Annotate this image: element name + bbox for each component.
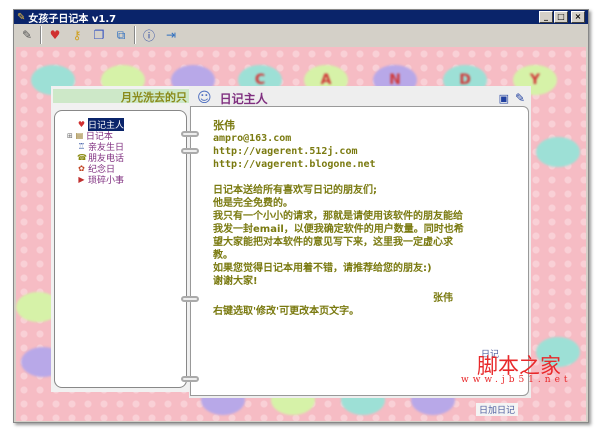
left-panel-header: 月光洗去的只 — [53, 89, 189, 103]
toolbar-separator — [40, 26, 42, 44]
left-panel: 月光洗去的只 ♥ 日记主人 ⊞ ▤ 日记本 ♖ 亲友生日 ☎ 朋友电话 ✿ 纪念日 ▶ 琐碎小… — [51, 86, 191, 392]
toolbar-separator — [134, 26, 136, 44]
watermark-url: www.jb51.net — [461, 375, 572, 385]
exit-icon[interactable]: ⇥ — [162, 26, 180, 44]
message-line: 望大家能把对本软件的意见写下来，这里我一定虚心求 — [213, 237, 453, 248]
binder-ring — [181, 296, 199, 302]
expand-icon[interactable]: ⊞ — [67, 132, 73, 140]
save-icon[interactable]: ▣ — [499, 92, 509, 105]
toolbar: ✎ ♥ ⚷ ❐ ⧉ ⓘ ⇥ — [14, 24, 588, 46]
maximize-button[interactable]: □ — [554, 11, 568, 23]
phone-icon: ☎ — [77, 153, 87, 162]
page-title: 日记主人 — [219, 91, 268, 106]
add-diary-link[interactable]: 日加日记 — [476, 403, 519, 416]
heart-icon: ♥ — [77, 120, 86, 129]
cake-icon: ♖ — [77, 142, 86, 151]
binder-ring — [181, 131, 199, 137]
message-line: 他是完全免费的。 — [213, 198, 293, 209]
owner-email: ampro@163.com — [213, 133, 292, 144]
message-line: 我只有一个小小的请求，那就是请使用该软件的朋友能给 — [213, 211, 463, 222]
binder-ring — [181, 376, 199, 382]
tree-item-trivia[interactable]: ▶ 琐碎小事 — [77, 174, 124, 186]
copy-icon[interactable]: ⧉ — [112, 26, 130, 44]
window-title: 女孩子日记本 v1.7 — [28, 13, 117, 25]
edit-hint: 右键选取'修改'可更改本页文字。 — [213, 306, 360, 317]
heart-icon[interactable]: ♥ — [46, 26, 64, 44]
signature: 张伟 — [433, 293, 453, 304]
binder-ring — [181, 148, 199, 154]
message-line: 谢谢大家! — [213, 276, 258, 287]
message-line: 日记本送给所有喜欢写日记的朋友们; — [213, 185, 377, 196]
owner-name: 张伟 — [213, 119, 235, 132]
app-window: ✎ 女孩子日记本 v1.7 _ □ × ✎ ♥ ⚷ ❐ ⧉ ⓘ ⇥ C A N … — [13, 9, 589, 423]
close-button[interactable]: × — [571, 11, 585, 23]
pompom-decoration — [536, 137, 580, 167]
tree-paper: ♥ 日记主人 ⊞ ▤ 日记本 ♖ 亲友生日 ☎ 朋友电话 ✿ 纪念日 ▶ 琐碎小事 — [54, 110, 187, 388]
flag-icon: ▶ — [78, 175, 85, 184]
edit-pencil-icon[interactable]: ✎ — [515, 91, 525, 105]
app-icon: ✎ — [17, 11, 26, 23]
owner-url-2[interactable]: http://vagerent.blogone.net — [213, 158, 528, 171]
person-icon: ☺ — [197, 90, 212, 106]
key-icon[interactable]: ⚷ — [68, 26, 86, 44]
message-line: 如果您觉得日记本用着不错，请推荐给您的朋友:) — [213, 263, 432, 274]
message-line: 教。 — [213, 250, 233, 261]
title-bar: ✎ 女孩子日记本 v1.7 _ □ × — [14, 10, 588, 25]
minimize-button[interactable]: _ — [539, 11, 553, 23]
edit-icon[interactable]: ✎ — [18, 26, 36, 44]
book-icon: ▤ — [75, 131, 84, 140]
owner-url-1[interactable]: http://vagerent.512j.com — [213, 145, 528, 158]
info-icon[interactable]: ⓘ — [140, 26, 158, 44]
message-line: 我发一封email，以便我确定软件的用户数量。同时也希 — [213, 224, 464, 235]
category-tree: ♥ 日记主人 ⊞ ▤ 日记本 ♖ 亲友生日 ☎ 朋友电话 ✿ 纪念日 ▶ 琐碎小事 — [67, 118, 125, 186]
flower-icon: ✿ — [78, 164, 85, 173]
windows-icon[interactable]: ❐ — [90, 26, 108, 44]
